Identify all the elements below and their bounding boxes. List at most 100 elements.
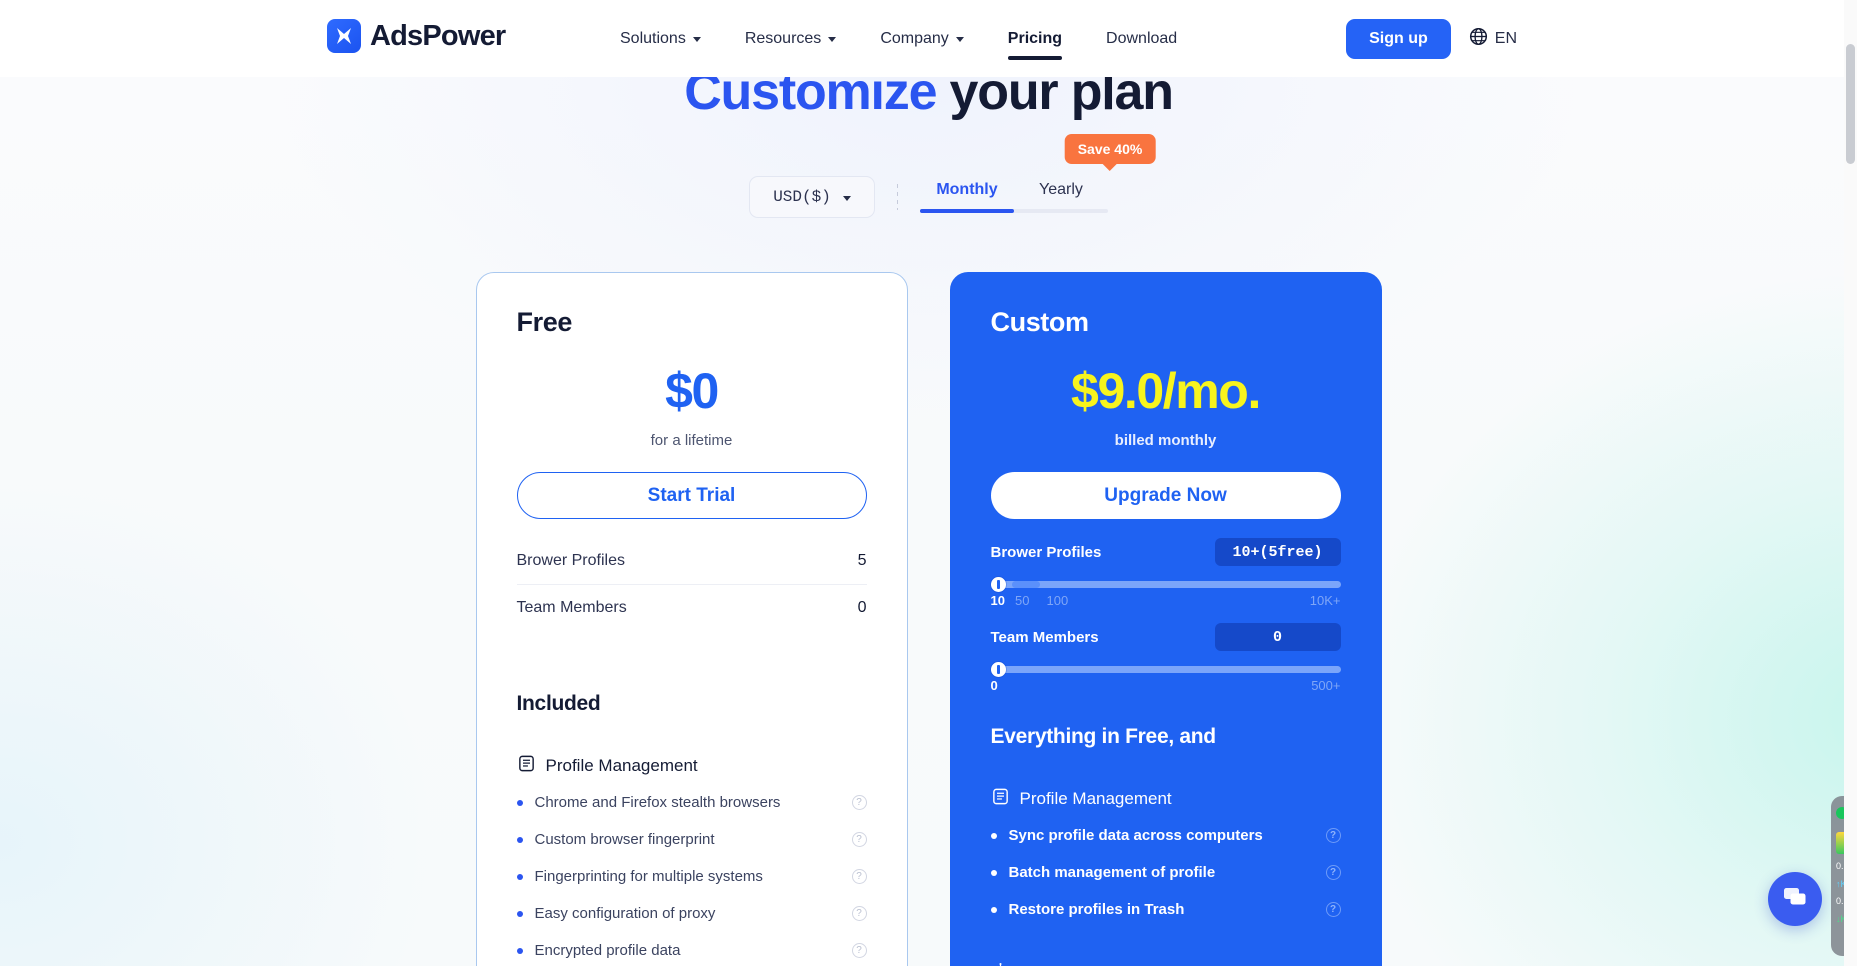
nav-item-label: Solutions xyxy=(620,29,686,47)
slider-ticks: 0 500+ xyxy=(991,678,1341,696)
nav-item-download[interactable]: Download xyxy=(1084,0,1199,77)
bullet-icon xyxy=(516,910,523,917)
language-label: EN xyxy=(1494,29,1517,47)
help-icon[interactable]: ? xyxy=(1325,828,1341,843)
slider-rail[interactable] xyxy=(990,662,1341,677)
feature-label: Custom browser fingerprint xyxy=(534,831,715,848)
feature-item: Encrypted profile data ? xyxy=(516,938,867,963)
feature-item: Restore profiles in Trash ? xyxy=(990,897,1341,922)
help-icon[interactable]: ? xyxy=(1325,902,1341,917)
chat-bubble-icon xyxy=(1782,884,1808,915)
slider-value: 0 xyxy=(1214,623,1341,651)
nav-item-solutions[interactable]: Solutions xyxy=(598,0,723,77)
feature-label: Chrome and Firefox stealth browsers xyxy=(534,794,781,811)
globe-icon xyxy=(1469,27,1488,51)
adspower-logo-icon xyxy=(327,19,361,53)
feature-group-header: Profile Management xyxy=(991,787,1341,811)
pricing-page: AdsPower Solutions Resources Company Pri… xyxy=(0,0,1857,966)
feature-label: Restore profiles in Trash xyxy=(1008,901,1185,918)
slider-label: Team Members xyxy=(990,628,1099,646)
slider-knob[interactable] xyxy=(990,662,1006,677)
feature-label: Easy configuration of proxy xyxy=(534,905,716,922)
slider-knob[interactable] xyxy=(990,577,1006,592)
feature-label: Encrypted profile data xyxy=(534,942,681,959)
plan-name: Free xyxy=(516,307,573,337)
feature-item: Sync profile data across computers ? xyxy=(990,823,1341,848)
currency-select[interactable]: USD($) xyxy=(749,176,875,218)
plan-card-free: Free $0 for a lifetime Start Trial Browe… xyxy=(475,272,908,966)
sign-up-button[interactable]: Sign up xyxy=(1346,18,1451,59)
chevron-down-icon xyxy=(692,37,701,42)
slider-rail[interactable] xyxy=(990,577,1341,592)
help-icon[interactable]: ? xyxy=(851,943,867,958)
plan-name: Custom xyxy=(990,307,1090,337)
feature-item: Easy configuration of proxy ? xyxy=(516,901,867,926)
help-icon[interactable]: ? xyxy=(1325,865,1341,880)
document-list-icon xyxy=(991,787,1010,811)
spec-value: 5 xyxy=(857,551,867,569)
upgrade-now-button[interactable]: Upgrade Now xyxy=(990,472,1341,519)
feature-label: Batch management of profile xyxy=(1008,864,1216,881)
bullet-icon xyxy=(516,836,523,843)
chevron-down-icon xyxy=(955,37,964,42)
slider-tick: 10 xyxy=(990,593,1005,608)
start-trial-button[interactable]: Start Trial xyxy=(516,472,867,519)
feature-list: Sync profile data across computers ? Bat… xyxy=(990,823,1341,922)
feature-item: Custom browser fingerprint ? xyxy=(516,827,867,852)
nav-right-actions: Sign up EN xyxy=(1346,0,1857,77)
nav-item-resources[interactable]: Resources xyxy=(723,0,858,77)
feature-item: Fingerprinting for multiple systems ? xyxy=(516,864,867,889)
feature-item: Batch management of profile ? xyxy=(990,860,1341,885)
included-title: Everything in Free, and xyxy=(990,725,1217,748)
slider-label: Brower Profiles xyxy=(990,543,1102,561)
feature-group-header: Profile Management xyxy=(517,754,867,778)
bullet-icon xyxy=(990,869,997,876)
toggle-indicator xyxy=(920,209,1014,213)
nav-links: Solutions Resources Company Pricing Down… xyxy=(598,0,1199,77)
slider-tick-end: 500+ xyxy=(1311,678,1341,693)
slider-value: 10+(5free) xyxy=(1214,538,1341,566)
bullet-icon xyxy=(516,947,523,954)
bullet-icon xyxy=(990,906,997,913)
feature-group-title: Profile Management xyxy=(1019,789,1172,808)
included-title: Included xyxy=(516,692,601,715)
feature-list: Chrome and Firefox stealth browsers ? Cu… xyxy=(516,790,867,963)
slider-tick-end: 10K+ xyxy=(1309,593,1341,608)
robot-icon xyxy=(991,962,1010,966)
page-scrollbar[interactable] xyxy=(1844,0,1857,966)
bullet-icon xyxy=(990,832,997,839)
nav-item-company[interactable]: Company xyxy=(858,0,985,77)
slider-tick: 0 xyxy=(990,678,998,693)
language-switcher[interactable]: EN xyxy=(1469,27,1517,51)
nav-item-label: Download xyxy=(1106,29,1178,47)
save-badge: Save 40% xyxy=(1064,134,1156,164)
plan-card-custom: Custom $9.0/mo. billed monthly Upgrade N… xyxy=(949,272,1382,966)
spec-label: Team Members xyxy=(516,599,627,616)
help-icon[interactable]: ? xyxy=(851,869,867,884)
bullet-icon xyxy=(516,799,523,806)
brand-logo[interactable]: AdsPower xyxy=(327,19,506,53)
bullet-icon xyxy=(516,873,523,880)
feature-item: Chrome and Firefox stealth browsers ? xyxy=(516,790,867,815)
slider-team-members: Team Members 0 0 500+ xyxy=(990,623,1341,696)
plan-cards: Free $0 for a lifetime Start Trial Browe… xyxy=(0,272,1857,966)
spec-row: Brower Profiles 5 xyxy=(517,537,867,584)
slider-tick: 50 xyxy=(1015,593,1030,608)
feature-group-title: Profile Management xyxy=(545,756,698,775)
chat-support-button[interactable] xyxy=(1768,872,1822,926)
billing-period-toggle: Monthly Yearly Save 40% xyxy=(920,134,1156,213)
slider-segment xyxy=(1011,581,1040,588)
plan-specs: Brower Profiles 5 Team Members 0 xyxy=(516,537,867,631)
help-icon[interactable]: ? xyxy=(851,832,867,847)
slider-header: Brower Profiles 10+(5free) xyxy=(991,538,1341,566)
nav-item-pricing[interactable]: Pricing xyxy=(986,0,1084,77)
controls-divider xyxy=(897,184,898,210)
scrollbar-thumb[interactable] xyxy=(1846,44,1855,164)
currency-value: USD($) xyxy=(773,188,831,206)
help-icon[interactable]: ? xyxy=(851,906,867,921)
spec-row: Team Members 0 xyxy=(516,584,867,631)
help-icon[interactable]: ? xyxy=(851,795,867,810)
nav-item-label: Resources xyxy=(744,29,822,47)
pricing-controls: USD($) Monthly Yearly Save 40% xyxy=(0,134,1857,218)
spec-label: Brower Profiles xyxy=(516,551,625,569)
